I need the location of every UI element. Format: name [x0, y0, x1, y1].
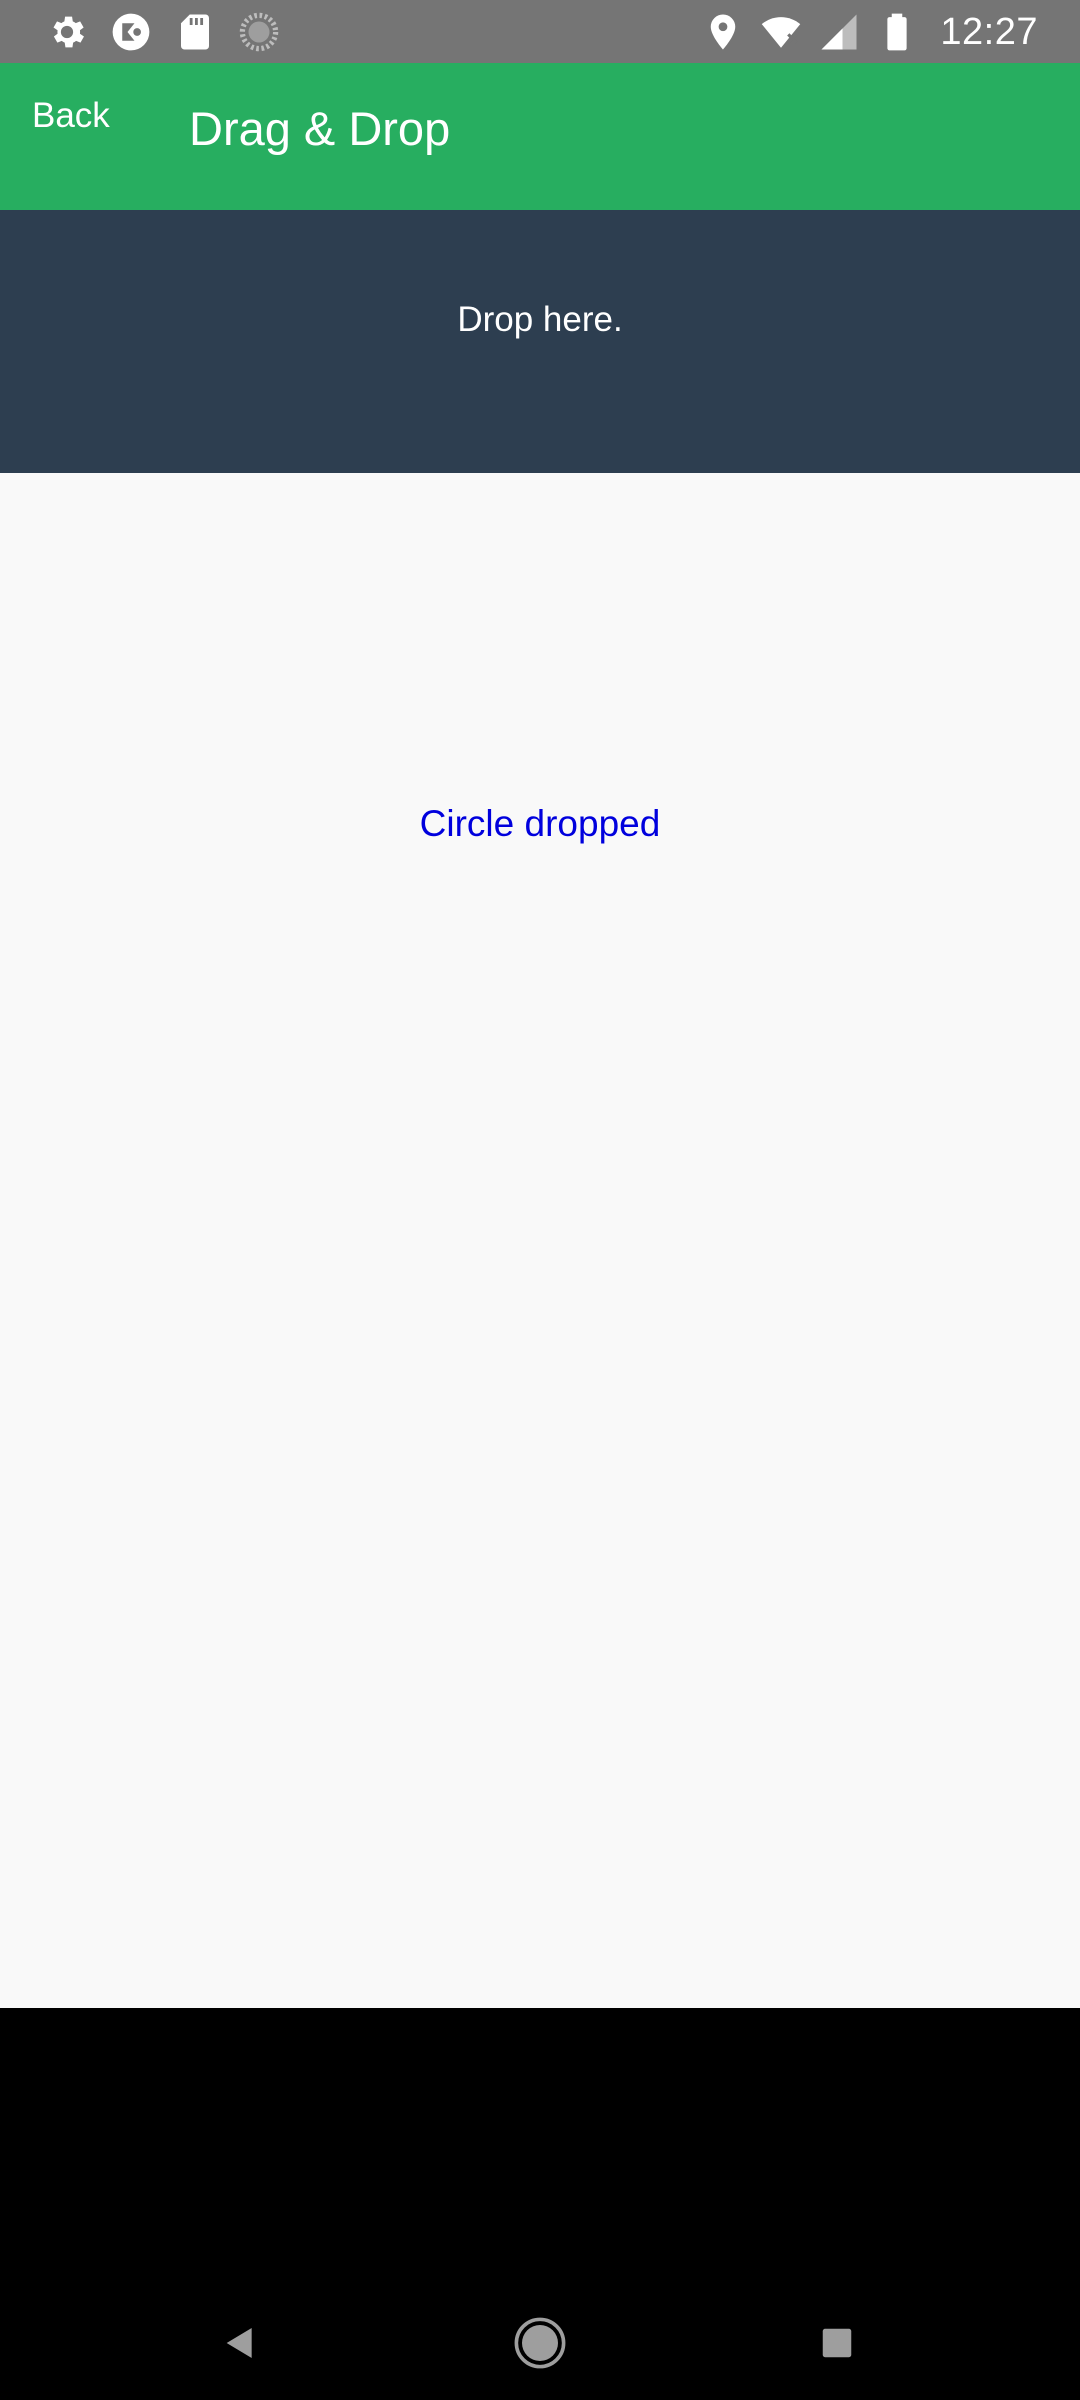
drop-status-message: Circle dropped [419, 803, 661, 844]
nav-home-icon [514, 2317, 566, 2369]
status-left-icons [46, 9, 280, 55]
settings-icon [53, 16, 84, 48]
navigation-bar [0, 2008, 1080, 2400]
nav-home-button[interactable] [505, 2308, 575, 2378]
status-right-icons: 12:27 [702, 9, 1038, 55]
battery-icon [887, 13, 908, 51]
page-title: Drag & Drop [189, 102, 451, 155]
nav-recents-icon [822, 2328, 852, 2358]
clock: 12:27 [940, 10, 1038, 53]
drop-zone-label: Drop here. [457, 300, 623, 339]
content-area: Circle dropped [0, 473, 1080, 2008]
location-icon [711, 14, 736, 50]
loading-icon [239, 12, 279, 52]
wifi-icon [762, 17, 801, 48]
status-bar: 12:27 [0, 0, 1080, 63]
sd-card-icon [181, 14, 209, 50]
nav-recents-button[interactable] [802, 2308, 872, 2378]
app-bar: Back Drag & Drop [0, 63, 1080, 210]
back-button[interactable]: Back [32, 96, 110, 136]
signal-icon [821, 14, 857, 50]
app-icon [112, 13, 150, 51]
drop-zone[interactable]: Drop here. [0, 210, 1080, 473]
nav-back-button[interactable] [205, 2308, 275, 2378]
nav-back-icon [226, 2328, 252, 2358]
